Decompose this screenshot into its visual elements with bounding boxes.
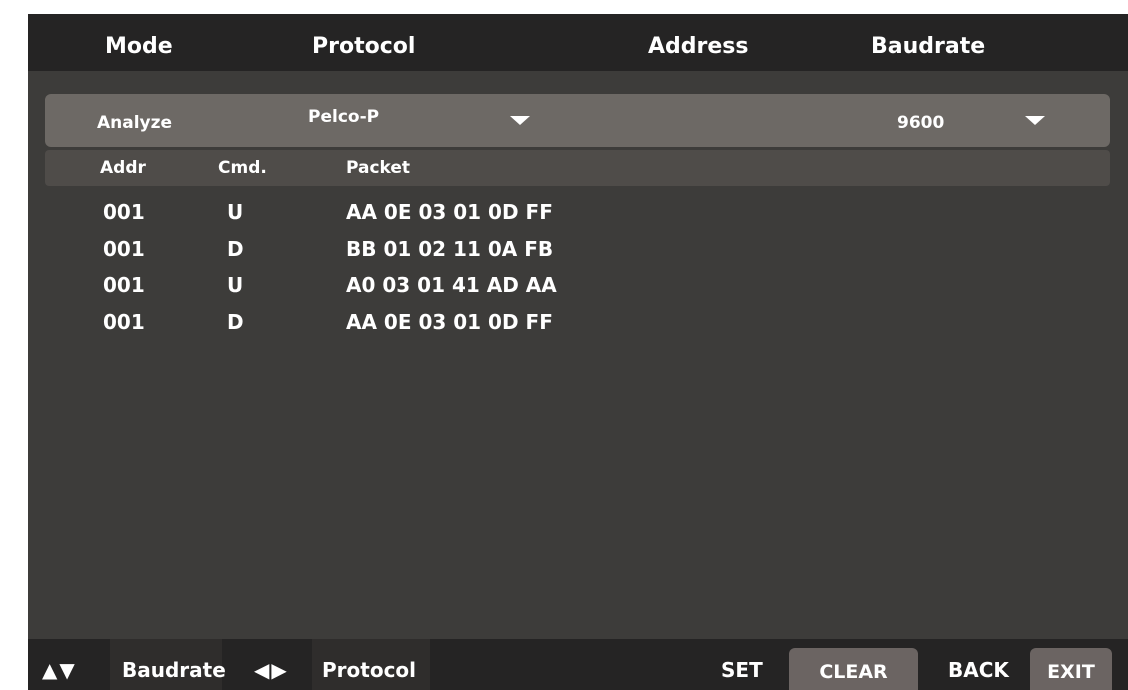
analyzer-screen: Mode Protocol Address Baudrate Analyze P… [28,14,1128,690]
table-row[interactable]: 001 U A0 03 01 41 AD AA [28,273,1128,310]
row-addr: 001 [103,309,145,334]
baudrate-dropdown-icon[interactable] [1025,116,1045,125]
row-packet: AA 0E 03 01 0D FF [346,309,553,334]
settings-row[interactable]: Analyze Pelco-P 9600 [45,94,1110,147]
table-row[interactable]: 001 D BB 01 02 11 0A FB [28,237,1128,274]
baudrate-hint: Baudrate [122,658,226,682]
row-addr: 001 [103,200,145,224]
clear-button-label: CLEAR [819,661,888,683]
row-cmd: D [227,309,244,334]
mode-value[interactable]: Analyze [97,113,172,133]
back-button[interactable]: BACK [948,639,1009,690]
row-cmd: U [227,200,244,224]
exit-button-label: EXIT [1047,661,1095,683]
header-address: Address [648,34,749,59]
protocol-hint: Protocol [322,658,417,682]
header-bar: Mode Protocol Address Baudrate [28,14,1128,71]
header-baudrate: Baudrate [871,34,986,59]
row-cmd: U [227,273,244,297]
packet-table-header: Addr Cmd. Packet [45,150,1110,186]
row-addr: 001 [103,236,145,261]
set-button[interactable]: SET [721,639,763,690]
footer-bar: ▲▼ Baudrate ◀▶ Protocol SET CLEAR BACK E… [28,639,1128,690]
exit-button[interactable]: EXIT [1030,648,1112,690]
row-packet: AA 0E 03 01 0D FF [346,200,553,224]
protocol-select[interactable]: Pelco-P [308,107,379,127]
table-row[interactable]: 001 D AA 0E 03 01 0D FF [28,310,1128,347]
header-protocol: Protocol [312,34,416,59]
packet-list: 001 U AA 0E 03 01 0D FF 001 D BB 01 02 1… [28,200,1128,346]
baudrate-select[interactable]: 9600 [897,113,944,133]
row-cmd: D [227,236,244,261]
col-cmd: Cmd. [218,158,267,178]
header-mode: Mode [105,34,173,59]
row-packet: BB 01 02 11 0A FB [346,236,554,261]
row-addr: 001 [103,273,145,297]
col-packet: Packet [346,158,411,178]
protocol-dropdown-icon[interactable] [510,116,530,125]
table-row[interactable]: 001 U AA 0E 03 01 0D FF [28,200,1128,237]
leftright-arrows-icon: ◀▶ [254,658,289,682]
updown-arrows-icon: ▲▼ [42,658,77,682]
row-packet: A0 03 01 41 AD AA [346,273,557,297]
clear-button[interactable]: CLEAR [789,648,918,690]
col-addr: Addr [100,158,146,178]
